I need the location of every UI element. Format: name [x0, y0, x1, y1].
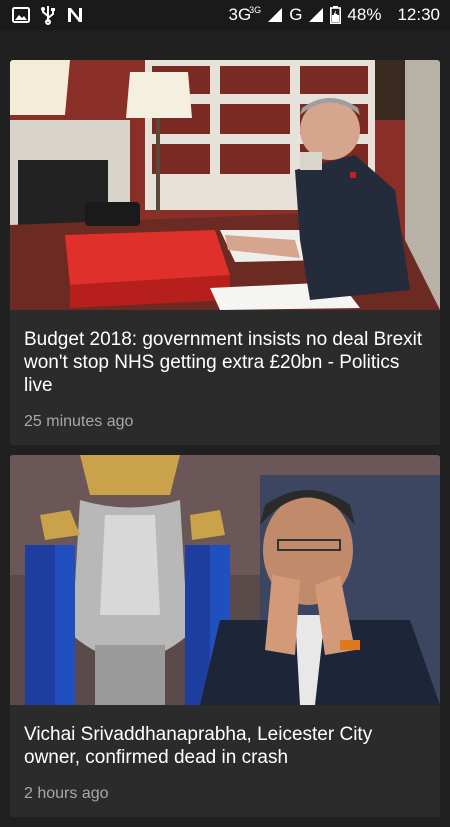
status-bar: 3G3G G 48% 12:30 [0, 0, 450, 30]
clock: 12:30 [397, 5, 440, 24]
image-icon [12, 7, 30, 23]
article-title[interactable]: Vichai Srivaddhanaprabha, Leicester City… [24, 723, 426, 769]
article-timestamp: 25 minutes ago [24, 413, 134, 430]
battery-icon [330, 6, 342, 24]
article-card[interactable]: Vichai Srivaddhanaprabha, Leicester City… [10, 455, 440, 817]
news-feed: Budget 2018: government insists no deal … [10, 60, 440, 827]
network-type-3g: 3G3G [228, 5, 262, 24]
signal-icon-2 [308, 7, 324, 23]
signal-icon [267, 7, 283, 23]
n-app-icon [66, 7, 84, 23]
article-image-trophy-applause[interactable] [10, 455, 440, 705]
article-image-man-at-desk[interactable] [10, 60, 440, 310]
network-type-g: G [289, 5, 303, 24]
usb-icon [40, 5, 56, 25]
battery-percent: 48% [347, 5, 382, 24]
article-card[interactable]: Budget 2018: government insists no deal … [10, 60, 440, 445]
article-title[interactable]: Budget 2018: government insists no deal … [24, 328, 426, 397]
article-timestamp: 2 hours ago [24, 785, 109, 802]
